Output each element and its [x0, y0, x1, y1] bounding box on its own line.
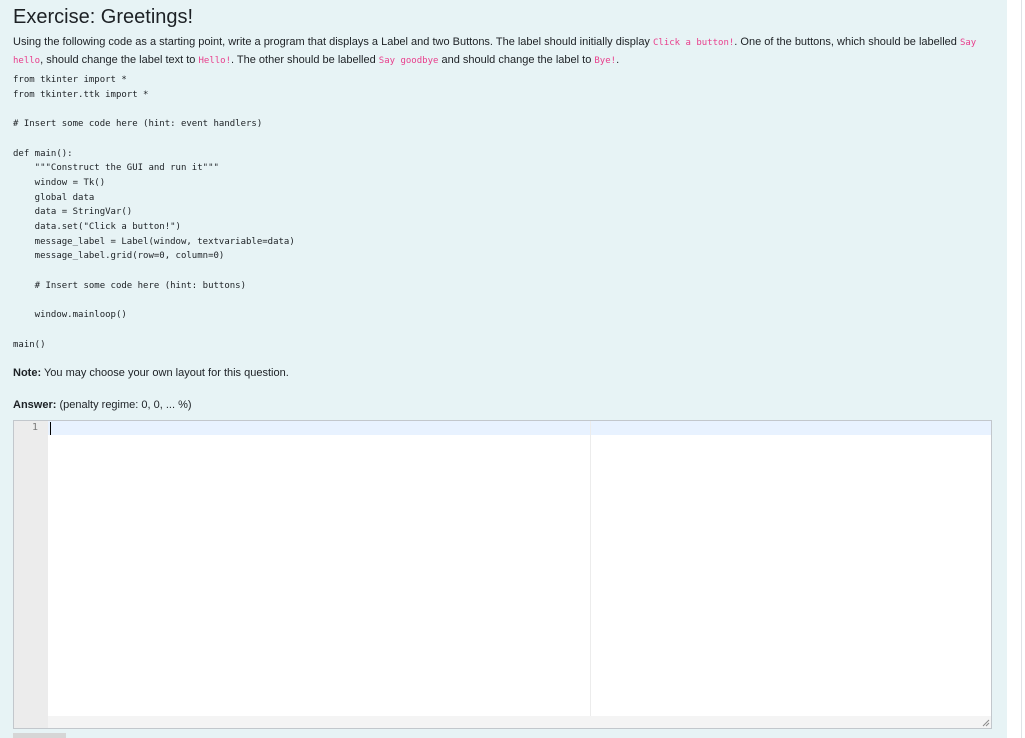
desc-text-2: . One of the buttons, which should be la…: [734, 36, 960, 48]
question-panel: Exercise: Greetings! Using the following…: [0, 0, 1007, 738]
answer-heading: Answer: (penalty regime: 0, 0, ... %): [13, 399, 192, 411]
note-label: Note:: [13, 367, 42, 379]
note-paragraph: Note: You may choose your own layout for…: [13, 367, 289, 379]
note-text: You may choose your own layout for this …: [41, 367, 289, 379]
desc-text-1: Using the following code as a starting p…: [13, 36, 653, 48]
code-say-goodbye: Say goodbye: [378, 56, 439, 66]
print-margin-line: [590, 421, 591, 728]
active-line-highlight: [48, 421, 991, 435]
desc-text-3: , should change the label text to: [40, 54, 199, 66]
code-hello: Hello!: [198, 56, 231, 66]
desc-text-4: . The other should be labelled: [231, 54, 379, 66]
desc-text-6: .: [616, 54, 620, 66]
penalty-regime: (penalty regime: 0, 0, ... %): [56, 399, 192, 411]
answer-code-editor[interactable]: 1: [13, 420, 992, 729]
desc-text-5: and should change the label to: [438, 54, 595, 66]
starter-code-block: from tkinter import * from tkinter.ttk i…: [13, 75, 295, 350]
editor-gutter: 1: [14, 421, 48, 728]
question-title: Exercise: Greetings!: [13, 6, 194, 28]
answer-label: Answer:: [13, 399, 57, 411]
horizontal-scrollbar[interactable]: [13, 733, 66, 738]
code-click-a-button: Click a button!: [653, 38, 735, 48]
resize-handle-icon[interactable]: [981, 718, 990, 727]
editor-bottom-strip: [48, 716, 991, 728]
page-right-border: [1021, 0, 1022, 738]
code-bye: Bye!: [594, 56, 617, 66]
question-description: Using the following code as a starting p…: [13, 34, 988, 70]
line-number: 1: [31, 422, 38, 433]
text-cursor: [50, 422, 51, 435]
